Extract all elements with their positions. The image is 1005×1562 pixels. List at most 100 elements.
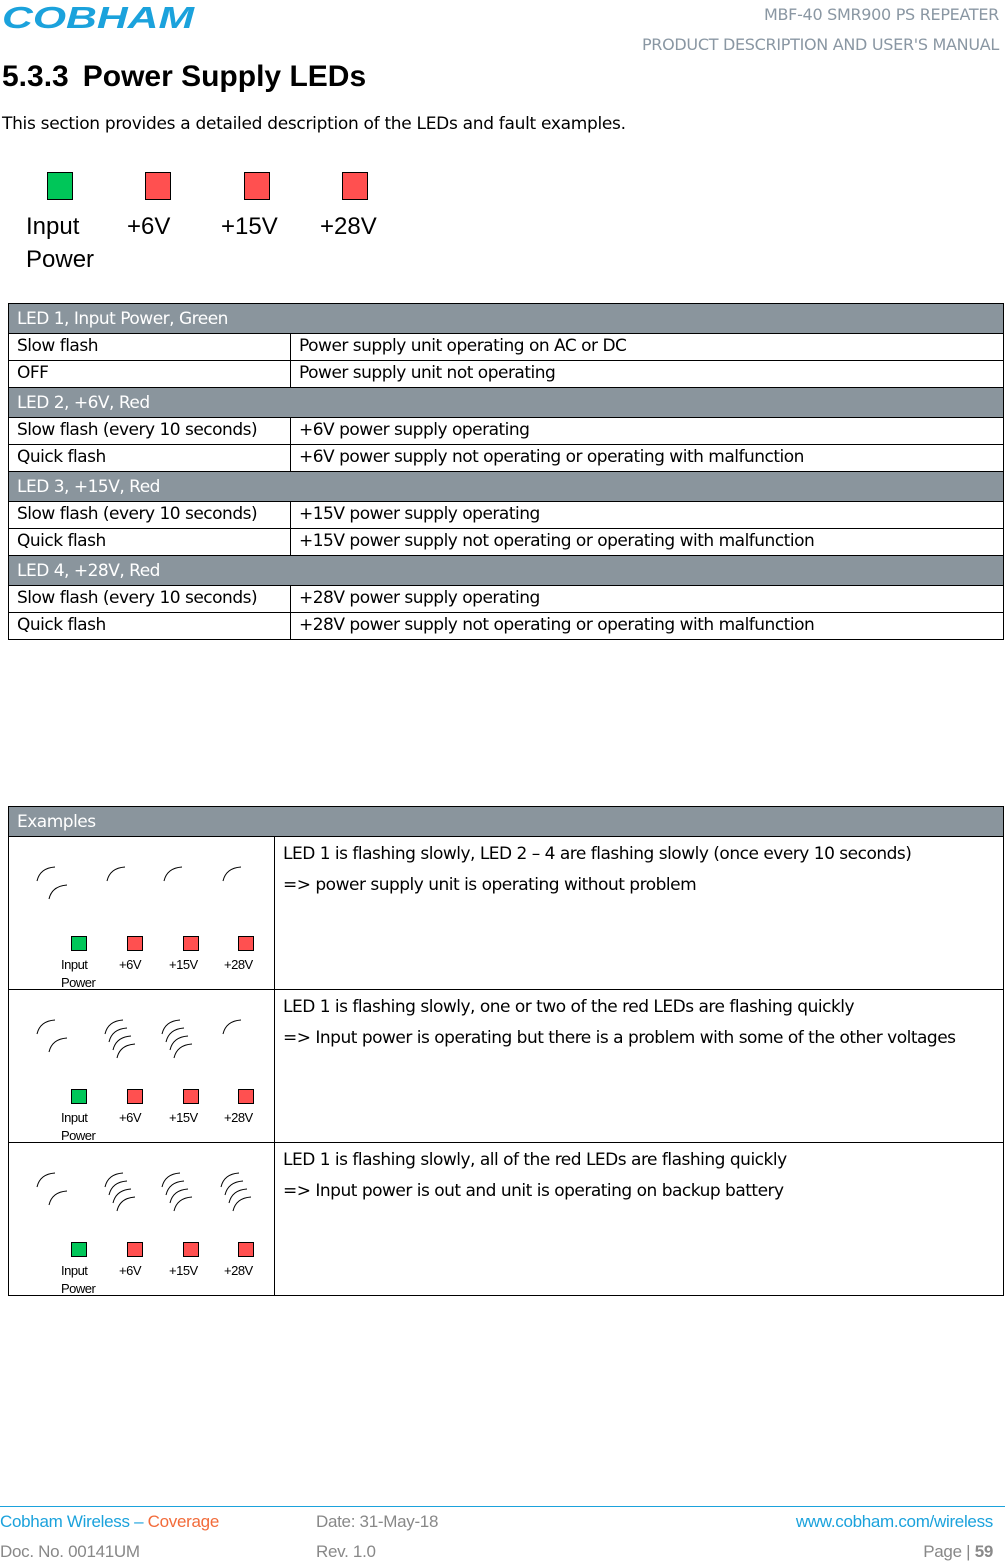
footer-doc-number: Doc. No. 00141UM: [0, 1542, 140, 1561]
example-led-diagram: Input Power +6V +15V +28V: [9, 990, 289, 1150]
led-label-line: +28V: [224, 957, 253, 972]
quick-flash-icon: [161, 1172, 193, 1212]
example-condition: LED 1 is flashing slowly, all of the red…: [283, 1150, 787, 1170]
table-row: Quick flash +15V power supply not operati…: [8, 528, 1004, 556]
example-diagram-cell: Input Power +6V +15V +28V: [8, 836, 275, 990]
flash-arc: [36, 866, 56, 882]
led-label: +6V: [119, 1109, 142, 1127]
led-label-line: Input: [61, 1110, 88, 1125]
section-title: 5.3.3 Power Supply LEDs: [2, 60, 366, 94]
flash-arc: [161, 1172, 181, 1188]
led-28v: [238, 936, 254, 951]
led-label: +15V: [169, 1262, 198, 1280]
led-label-line: +6V: [119, 1263, 142, 1278]
flash-arc: [169, 1035, 189, 1051]
led-label: +28V: [224, 1109, 253, 1127]
led-label: Input Power: [61, 1262, 96, 1298]
flash-arc: [163, 866, 183, 882]
section-title-text: Power Supply LEDs: [82, 60, 367, 93]
footer-divider: [0, 1506, 1005, 1507]
quick-flash-icon: [220, 1172, 252, 1212]
examples-heading-row: Examples: [8, 806, 1004, 837]
flash-arc: [106, 866, 126, 882]
flash-arc: [116, 1043, 136, 1059]
page-number: 59: [974, 1542, 994, 1561]
doc-title-line2: PRODUCT DESCRIPTION AND USER'S MANUAL: [641, 35, 999, 54]
led-label-line: Input: [26, 213, 80, 240]
document-header: MBF-40 SMR900 PS REPEATER PRODUCT DESCRI…: [642, 0, 999, 60]
example-diagram-cell: Input Power +6V +15V +28V: [8, 1142, 275, 1296]
example-led-diagram: Input Power +6V +15V +28V: [9, 837, 289, 997]
footer-company-name: Cobham Wireless: [0, 1512, 130, 1531]
flash-arc: [116, 1196, 136, 1212]
led-label-line: +15V: [169, 957, 198, 972]
flash-arc: [104, 1172, 124, 1188]
led-state-cell: Slow flash (every 10 seconds): [8, 585, 291, 613]
led-meaning-cell: +6V power supply operating: [290, 417, 1004, 445]
flash-arc: [220, 1172, 240, 1188]
example-row: Input Power +6V +15V +28V LED 1 is flashing s…: [8, 836, 1004, 990]
led-label-input-power: Input Power: [26, 210, 94, 276]
led-15v: [244, 172, 270, 200]
led-6v: [127, 1089, 143, 1104]
led-meaning-cell: +15V power supply operating: [290, 501, 1004, 529]
table-row: Slow flash (every 10 seconds) +6V power s…: [8, 417, 1004, 445]
led-section-heading: LED 4, +28V, Red: [8, 555, 1004, 586]
footer-website-link[interactable]: www.cobham.com/wireless: [796, 1512, 993, 1532]
flash-arc: [222, 866, 242, 882]
led-6v: [127, 936, 143, 951]
led-meaning-cell: +28V power supply not operating or opera…: [290, 612, 1004, 640]
led-label-28v: +28V: [320, 213, 377, 240]
led-label: Input Power: [61, 956, 96, 992]
flash-arc: [169, 1188, 189, 1204]
led-15v: [183, 1242, 199, 1257]
slow-flash-icon: [106, 866, 126, 882]
example-conclusion: => Input power is out and unit is operat…: [283, 1181, 784, 1201]
led-label-line: Power: [26, 246, 95, 273]
flash-arc: [165, 1027, 185, 1043]
led-28v: [238, 1089, 254, 1104]
example-condition: LED 1 is flashing slowly, one or two of …: [283, 997, 855, 1017]
table-row: Quick flash +6V power supply not operatin…: [8, 444, 1004, 472]
led-label: +15V: [169, 956, 198, 974]
led-state-cell: Slow flash (every 10 seconds): [8, 417, 291, 445]
led-panel-diagram: Input Power +6V +15V +28V: [0, 172, 420, 282]
led-label-line: Input: [61, 957, 88, 972]
footer-revision: Rev. 1.0: [316, 1542, 376, 1561]
flash-arc: [165, 1180, 185, 1196]
logo-text: COBHAM: [2, 4, 196, 30]
led-label-line: Power: [61, 1281, 96, 1296]
doc-title-line1: MBF-40 SMR900 PS REPEATER: [764, 5, 999, 24]
led-label: +28V: [224, 956, 253, 974]
led-input-power: [71, 1089, 87, 1104]
led-label-6v: +6V: [127, 213, 171, 240]
example-condition: LED 1 is flashing slowly, LED 2 – 4 are …: [283, 844, 912, 864]
quick-flash-icon: [104, 1019, 136, 1059]
table-row: Quick flash +28V power supply not operati…: [8, 612, 1004, 640]
flash-arc: [36, 1172, 56, 1188]
example-description-cell: LED 1 is flashing slowly, one or two of …: [274, 989, 1004, 1143]
flash-arc: [112, 1188, 132, 1204]
led-15v: [183, 936, 199, 951]
led-input-power: [71, 1242, 87, 1257]
example-conclusion: => Input power is operating but there is…: [283, 1028, 956, 1048]
led-28v: [238, 1242, 254, 1257]
table-row: Slow flash Power supply unit operating on…: [8, 333, 1004, 361]
flash-arc: [224, 1180, 244, 1196]
led-label-line: +6V: [119, 1110, 142, 1125]
examples-table: Examples Input Power +6V +15V +28V LED 1 is f…: [8, 806, 1004, 1296]
led-meaning-cell: Power supply unit not operating: [290, 360, 1004, 388]
led-label-15v: +15V: [221, 213, 278, 240]
flash-arc: [222, 1019, 242, 1035]
example-led-diagram: Input Power +6V +15V +28V: [9, 1143, 289, 1303]
examples-heading: Examples: [8, 806, 1004, 837]
table-row: Slow flash (every 10 seconds) +15V power …: [8, 501, 1004, 529]
slow-flash-icon: [222, 866, 242, 882]
led-meaning-cell: +15V power supply not operating or opera…: [290, 528, 1004, 556]
led-section-row: LED 4, +28V, Red: [8, 555, 1004, 586]
flash-arc: [48, 884, 68, 900]
footer-division: Coverage: [147, 1512, 220, 1531]
example-row: Input Power +6V +15V +28V LED 1 is flashing s…: [8, 1142, 1004, 1296]
led-state-cell: Slow flash (every 10 seconds): [8, 501, 291, 529]
led-input-power: [71, 936, 87, 951]
